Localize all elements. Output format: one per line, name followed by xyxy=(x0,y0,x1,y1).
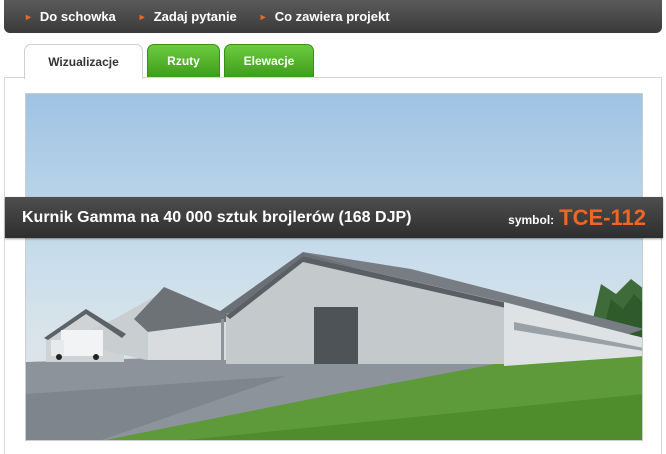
truck-wheel xyxy=(56,354,62,360)
garage-door xyxy=(314,307,358,364)
symbol-value: TCE-112 xyxy=(559,204,646,230)
tab-floor-plans-label: Rzuty xyxy=(167,54,200,68)
project-title-bar: Kurnik Gamma na 40 000 sztuk brojlerów (… xyxy=(5,197,663,238)
project-symbol: symbol: TCE-112 xyxy=(508,197,646,238)
add-to-storage-label: Do schowka xyxy=(39,9,116,24)
tab-elevations[interactable]: Elewacje xyxy=(224,44,314,78)
tab-visualizations[interactable]: Wizualizacje xyxy=(24,44,143,79)
ask-question-label: Zadaj pytanie xyxy=(153,9,237,24)
top-navigation-bar: ► Do schowka ► Zadaj pytanie ► Co zawier… xyxy=(4,0,662,33)
building-visualization-image[interactable] xyxy=(25,93,643,441)
project-contents-label: Co zawiera projekt xyxy=(274,9,390,24)
symbol-label: symbol: xyxy=(508,213,555,227)
arrow-right-icon: ► xyxy=(258,11,268,22)
truck-wheel xyxy=(93,354,99,360)
project-title: Kurnik Gamma na 40 000 sztuk brojlerów (… xyxy=(22,208,412,226)
tab-floor-plans[interactable]: Rzuty xyxy=(147,44,220,78)
pole xyxy=(221,319,224,363)
truck-body xyxy=(61,330,103,356)
ask-question-link[interactable]: ► Zadaj pytanie xyxy=(138,9,237,24)
tab-elevations-label: Elewacje xyxy=(243,54,295,68)
tabs-bar: Wizualizacje Rzuty Elewacje xyxy=(4,33,662,79)
arrow-right-icon: ► xyxy=(137,11,147,22)
farm-building-rendering xyxy=(26,252,642,440)
truck-cab xyxy=(51,340,64,356)
arrow-right-icon: ► xyxy=(24,11,33,22)
project-contents-link[interactable]: ► Co zawiera projekt xyxy=(259,9,390,24)
tab-visualizations-label: Wizualizacje xyxy=(48,55,119,69)
add-to-storage-link[interactable]: ► Do schowka xyxy=(24,9,116,24)
